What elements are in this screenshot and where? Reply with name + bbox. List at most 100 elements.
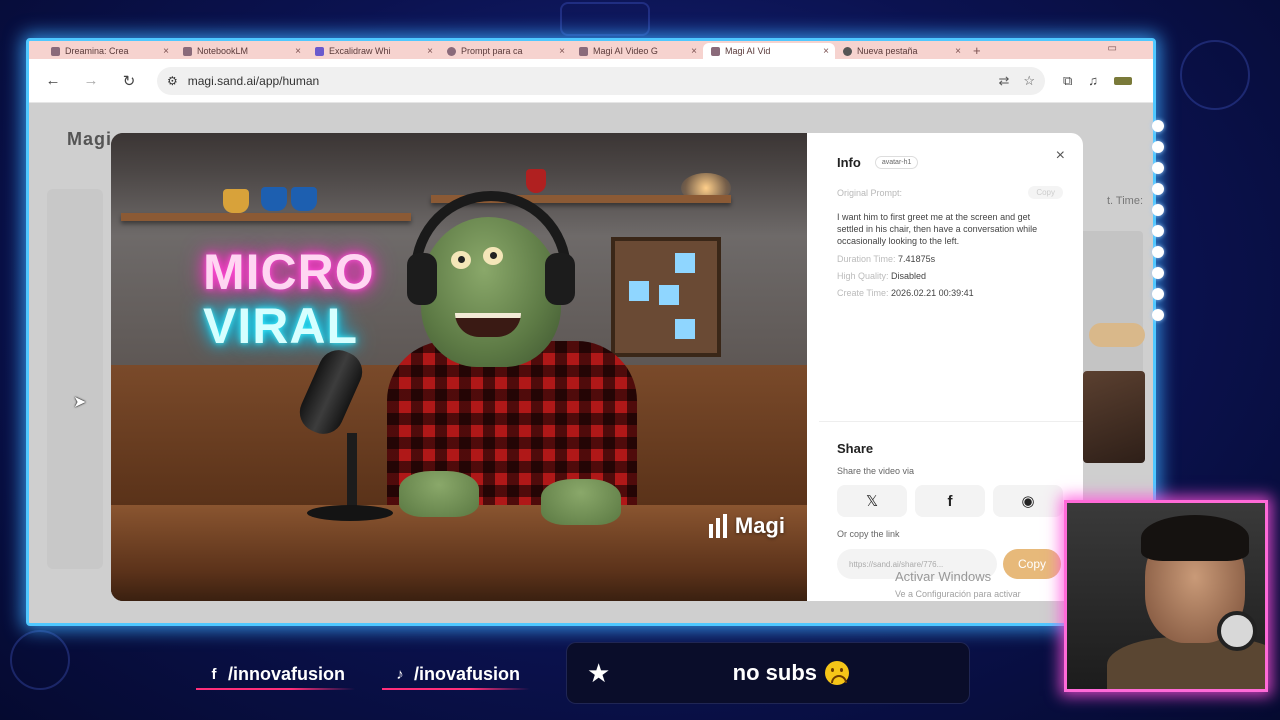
quality-label: High Quality: (837, 271, 889, 281)
tab-favicon-icon (51, 46, 60, 56)
subs-banner: ★ no subs (566, 642, 970, 704)
browser-window: Dreamina: Crea × NotebookLM × Excalidraw W… (26, 38, 1156, 626)
decorative-dots (1152, 120, 1164, 321)
tab-bar: Dreamina: Crea × NotebookLM × Excalidraw W… (29, 41, 1153, 59)
headphone-cup (407, 253, 437, 305)
video-player[interactable]: MICRO VIRAL Magi (111, 133, 807, 601)
tab[interactable]: Dreamina: Crea × (43, 43, 175, 59)
mouse-cursor-icon: ➤ (73, 394, 87, 411)
subs-text: no subs (732, 660, 817, 685)
corkboard (611, 237, 721, 357)
tab[interactable]: Magi AI Video G × (571, 43, 703, 59)
mic-stand (347, 433, 357, 509)
mic-base (307, 505, 393, 521)
left-panel (47, 189, 103, 569)
background-decoration (560, 2, 650, 36)
video-info-modal: MICRO VIRAL Magi × Info avatar-h1 Origin… (111, 133, 1083, 601)
page-content: Magi t. Time: MICRO VIRAL Magi × Info av… (29, 103, 1153, 623)
bookmark-star-icon[interactable]: ☆ (1023, 73, 1035, 89)
new-tab-icon[interactable]: + (973, 43, 981, 59)
tab-favicon-icon (711, 46, 720, 56)
original-prompt-label: Original Prompt: (837, 187, 903, 198)
avatar-tag: avatar-h1 (874, 156, 919, 169)
page-action-button[interactable] (1089, 323, 1145, 347)
duration-value: 7.41875s (898, 254, 936, 264)
background-decoration (1180, 40, 1250, 110)
character-hand (399, 471, 479, 517)
tiktok-handle-text: /inovafusion (414, 663, 521, 684)
share-facebook-button[interactable]: f (915, 485, 985, 517)
back-icon[interactable]: ← (43, 72, 63, 89)
translate-icon[interactable]: ⇄ (998, 73, 1009, 89)
tab-close-icon[interactable]: × (559, 46, 565, 57)
tab[interactable]: NotebookLM × (175, 43, 307, 59)
sticky-note (659, 285, 679, 305)
desk (111, 505, 807, 601)
streamer-microphone (1217, 611, 1257, 651)
sticky-note (675, 319, 695, 339)
tab[interactable]: Nueva pestaña × (835, 43, 967, 59)
duration-row: Duration Time: 7.41875s (837, 254, 1063, 264)
close-icon[interactable]: × (1056, 147, 1065, 165)
tab-close-icon[interactable]: × (955, 46, 961, 57)
character-eye (451, 251, 471, 269)
magi-watermark: Magi (708, 513, 785, 539)
share-title: Share (837, 441, 874, 456)
info-panel: × Info avatar-h1 Original Prompt: Copy I… (807, 133, 1083, 601)
tab-favicon-icon (447, 46, 456, 56)
reddit-icon: ◉ (1021, 493, 1035, 510)
tab-label: Excalidraw Whi (329, 46, 391, 56)
copy-prompt-button[interactable]: Copy (1028, 186, 1063, 199)
tab-label: Magi AI Vid (725, 46, 771, 56)
tiktok-icon: ♪ (396, 665, 404, 683)
media-icon[interactable]: ♫ (1088, 73, 1098, 88)
tab-close-icon[interactable]: × (163, 46, 169, 57)
pot (261, 187, 287, 211)
sad-face-icon (825, 661, 849, 685)
prompt-text: I want him to first greet me at the scre… (837, 212, 1038, 246)
video-thumbnail[interactable] (1083, 371, 1145, 463)
divider (819, 421, 1083, 422)
tiktok-handle: ♪ /inovafusion (382, 656, 531, 692)
webcam-feed (1064, 500, 1268, 692)
share-reddit-button[interactable]: ◉ (993, 485, 1063, 517)
url-text: magi.sand.ai/app/human (187, 73, 320, 88)
neon-sign-line-1: MICRO (203, 244, 375, 300)
facebook-icon: f (211, 665, 217, 683)
x-logo-icon: 𝕏 (865, 493, 879, 510)
address-bar[interactable]: ⚙ magi.sand.ai/app/human ⇄ ☆ (157, 66, 1045, 95)
tab-close-icon[interactable]: × (295, 46, 301, 57)
tab-close-icon[interactable]: × (427, 46, 433, 57)
copy-link-button[interactable]: Copy (1003, 549, 1061, 579)
magi-logo-icon (708, 514, 727, 538)
site-info-icon[interactable]: ⚙ (167, 74, 178, 88)
pot (291, 187, 317, 211)
tab-close-icon[interactable]: × (691, 46, 697, 57)
tab-favicon-icon (579, 46, 588, 56)
tab[interactable]: Excalidraw Whi × (307, 43, 439, 59)
forward-icon[interactable]: → (81, 72, 101, 89)
facebook-handle: f /innovafusion (196, 656, 355, 692)
star-icon: ★ (587, 657, 611, 688)
time-label: t. Time: (1106, 195, 1143, 207)
headphone-cup (545, 253, 575, 305)
share-x-button[interactable]: 𝕏 (837, 485, 907, 517)
create-time-label: Create Time: (837, 288, 889, 298)
sticky-note (675, 253, 695, 273)
tab-label: Magi AI Video G (593, 46, 658, 56)
tab-favicon-icon (315, 46, 324, 56)
tab-close-icon[interactable]: × (823, 46, 829, 57)
magi-page-logo[interactable]: Magi (67, 129, 112, 150)
pot (526, 169, 546, 193)
extensions-icon[interactable]: ⧉ (1063, 73, 1072, 89)
background-decoration (10, 630, 70, 690)
tab-label: Prompt para ca (461, 46, 523, 56)
window-restore-icon[interactable]: ▭ (1108, 43, 1117, 54)
reload-icon[interactable]: ↻ (119, 72, 139, 90)
activate-windows-title: Activar Windows (895, 569, 992, 584)
tab-active[interactable]: Magi AI Vid × (703, 43, 835, 59)
tab[interactable]: Prompt para ca × (439, 43, 571, 59)
extension-badge-icon[interactable] (1114, 76, 1133, 85)
quality-row: High Quality: Disabled (837, 271, 1063, 281)
browser-toolbar: ← → ↻ ⚙ magi.sand.ai/app/human ⇄ ☆ ⧉ ♫ (29, 59, 1153, 103)
